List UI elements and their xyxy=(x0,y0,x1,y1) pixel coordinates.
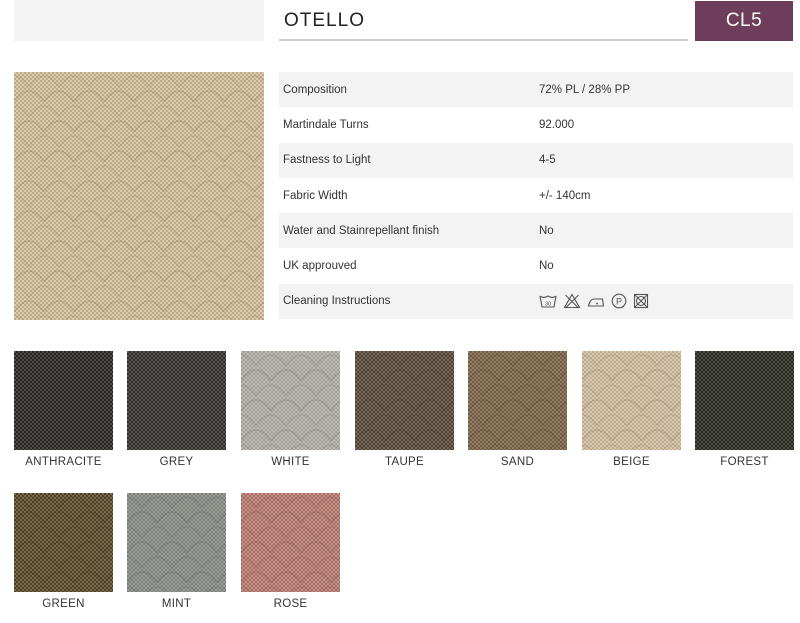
hero-fabric-image xyxy=(14,72,264,320)
swatch-label: FOREST xyxy=(720,456,769,468)
swatch-label: BEIGE xyxy=(613,456,650,468)
swatch-beige[interactable]: BEIGE xyxy=(582,351,681,468)
swatch-label: GREY xyxy=(159,456,194,468)
swatch-tile xyxy=(355,351,454,450)
swatch-label: WHITE xyxy=(271,456,310,468)
spec-label: Composition xyxy=(283,83,347,96)
swatch-label: ANTHRACITE xyxy=(25,456,102,468)
product-title: OTELLO xyxy=(284,10,365,31)
swatch-rose[interactable]: ROSE xyxy=(241,493,340,610)
swatch-tile xyxy=(468,351,567,450)
swatch-label: SAND xyxy=(500,456,535,468)
spec-value: 4-5 xyxy=(539,154,556,167)
swatch-tile xyxy=(695,351,794,450)
swatch-anthracite[interactable]: ANTHRACITE xyxy=(14,351,113,468)
no-tumble-dry-icon xyxy=(633,294,649,309)
header-placeholder xyxy=(14,0,264,41)
swatch-tile xyxy=(14,351,113,450)
spec-value: No xyxy=(539,224,554,237)
spec-label: Water and Stainrepellant finish xyxy=(283,224,440,237)
wash-30-icon: 30 xyxy=(539,295,557,308)
collection-code-badge: CL5 xyxy=(695,1,793,41)
swatch-tile xyxy=(127,493,226,592)
swatch-tile xyxy=(127,351,226,450)
spec-value: +/- 140cm xyxy=(539,189,591,202)
spec-row-uk-approved: UK approuved No xyxy=(279,248,793,283)
spec-row-width: Fabric Width +/- 140cm xyxy=(279,178,793,213)
swatch-tile xyxy=(241,493,340,592)
swatch-label: ROSE xyxy=(273,598,308,610)
swatch-label: GREEN xyxy=(42,598,85,610)
swatch-taupe[interactable]: TAUPE xyxy=(355,351,454,468)
swatch-tile xyxy=(241,351,340,450)
spec-table: Composition 72% PL / 28% PP Martindale T… xyxy=(279,72,793,320)
swatch-green[interactable]: GREEN xyxy=(14,493,113,610)
swatch-mint[interactable]: MINT xyxy=(127,493,226,610)
svg-text:P: P xyxy=(616,297,622,307)
spec-value: No xyxy=(539,260,554,273)
spec-row-fastness: Fastness to Light 4-5 xyxy=(279,142,793,178)
swatch-tile xyxy=(14,493,113,592)
spec-label: UK approuved xyxy=(283,260,357,273)
spec-row-composition: Composition 72% PL / 28% PP xyxy=(279,72,793,108)
iron-low-icon xyxy=(587,298,605,307)
swatch-white[interactable]: WHITE xyxy=(241,351,340,468)
spec-label: Martindale Turns xyxy=(283,118,369,131)
spec-value: 92.000 xyxy=(539,118,575,131)
product-title-bar: OTELLO xyxy=(279,0,688,41)
dry-clean-p-icon: P xyxy=(611,294,627,309)
spec-row-martindale: Martindale Turns 92.000 xyxy=(279,107,793,142)
care-icons: 30 P xyxy=(535,293,649,309)
spec-label: Fabric Width xyxy=(283,189,348,202)
swatch-label: MINT xyxy=(161,598,192,610)
svg-text:30: 30 xyxy=(545,302,551,308)
swatch-tile xyxy=(582,351,681,450)
swatch-forest[interactable]: FOREST xyxy=(695,351,794,468)
no-bleach-icon xyxy=(563,293,581,309)
spec-value: 72% PL / 28% PP xyxy=(539,83,630,96)
spec-label: Fastness to Light xyxy=(283,154,371,167)
spec-row-water-repellant: Water and Stainrepellant finish No xyxy=(279,213,793,249)
spec-label: Cleaning Instructions xyxy=(283,295,391,308)
swatch-grey[interactable]: GREY xyxy=(127,351,226,468)
spec-row-cleaning: Cleaning Instructions 30 P xyxy=(279,283,793,320)
swatch-label: TAUPE xyxy=(385,456,424,468)
swatch-sand[interactable]: SAND xyxy=(468,351,567,468)
